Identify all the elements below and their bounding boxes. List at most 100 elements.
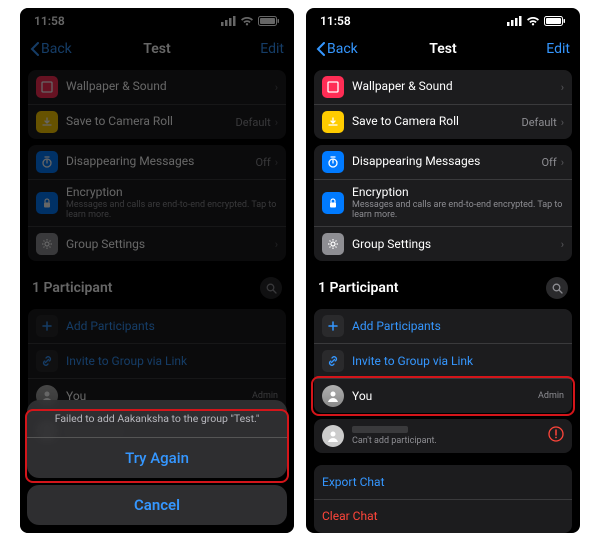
timer-icon xyxy=(322,151,344,173)
row-invite-link[interactable]: Invite to Group via Link xyxy=(314,343,572,378)
row-label: Group Settings xyxy=(352,238,553,251)
avatar xyxy=(322,385,344,407)
settings-group-2: Disappearing Messages Off › Encryption Me… xyxy=(28,145,286,261)
link-icon xyxy=(36,350,58,372)
row-group-settings[interactable]: Group Settings › xyxy=(314,226,572,261)
row-add-participants[interactable]: Add Participants xyxy=(314,309,572,343)
row-label: Add Participants xyxy=(352,320,564,333)
settings-group-2: Disappearing Messages Off › Encryption Me… xyxy=(314,145,572,261)
participants-header: 1 Participant xyxy=(306,267,580,303)
chevron-right-icon: › xyxy=(561,238,564,251)
row-encryption[interactable]: Encryption Messages and calls are end-to… xyxy=(314,179,572,226)
status-time: 11:58 xyxy=(320,14,351,28)
chevron-right-icon: › xyxy=(275,116,278,129)
row-value: Default xyxy=(235,116,270,129)
status-time: 11:58 xyxy=(34,14,65,28)
row-add-participants[interactable]: Add Participants xyxy=(28,309,286,343)
row-label: Group Settings xyxy=(66,238,267,251)
row-wallpaper[interactable]: Wallpaper & Sound › xyxy=(314,70,572,104)
wallpaper-icon xyxy=(36,76,58,98)
row-encryption[interactable]: Encryption Messages and calls are end-to… xyxy=(28,179,286,226)
row-label: Invite to Group via Link xyxy=(352,355,564,368)
try-again-button[interactable]: Try Again xyxy=(27,438,287,478)
wifi-icon xyxy=(526,16,540,26)
row-sub: Messages and calls are end-to-end encryp… xyxy=(352,200,564,220)
chevron-right-icon: › xyxy=(275,81,278,94)
nav-edit[interactable]: Edit xyxy=(260,41,284,57)
statusbar: 11:58 xyxy=(306,8,580,34)
lock-icon xyxy=(322,192,344,214)
phone-right: 11:58 Back Test Edit Wallpaper & Sound › xyxy=(306,8,580,533)
settings-group-1: Wallpaper & Sound › Save to Camera Roll … xyxy=(28,70,286,139)
camera-roll-icon xyxy=(322,111,344,133)
search-icon xyxy=(266,283,277,294)
row-label: You xyxy=(352,390,530,403)
search-icon xyxy=(552,283,563,294)
row-label: Encryption xyxy=(352,186,564,199)
chevron-right-icon: › xyxy=(275,238,278,251)
signal-icon xyxy=(507,16,522,26)
chevron-left-icon xyxy=(316,42,325,56)
settings-group-1: Wallpaper & Sound › Save to Camera Roll … xyxy=(314,70,572,139)
row-label: Add Participants xyxy=(66,320,278,333)
search-button[interactable] xyxy=(260,277,282,299)
participants-header: 1 Participant xyxy=(20,267,294,303)
row-label: Invite to Group via Link xyxy=(66,355,278,368)
timer-icon xyxy=(36,151,58,173)
row-you[interactable]: You Admin xyxy=(314,378,572,413)
nav-back[interactable]: Back xyxy=(316,41,358,57)
row-cant-add[interactable]: Can't add participant. xyxy=(314,419,572,453)
chevron-left-icon xyxy=(30,42,39,56)
row-invite-link[interactable]: Invite to Group via Link xyxy=(28,343,286,378)
statusbar: 11:58 xyxy=(20,8,294,34)
row-label: Wallpaper & Sound xyxy=(66,80,267,93)
error-icon xyxy=(548,426,564,446)
sheet-message: Failed to add Aakanksha to the group "Te… xyxy=(27,400,287,438)
row-label: Save to Camera Roll xyxy=(352,115,513,128)
plus-circle-icon xyxy=(36,315,58,337)
row-label: Clear Chat xyxy=(322,510,564,523)
actions-group-1: Export Chat Clear Chat xyxy=(314,465,572,533)
row-clear-chat[interactable]: Clear Chat xyxy=(314,499,572,533)
row-group-settings[interactable]: Group Settings › xyxy=(28,226,286,261)
row-label: Disappearing Messages xyxy=(66,155,247,168)
redacted-name xyxy=(352,426,408,433)
camera-roll-icon xyxy=(36,111,58,133)
row-value: Default xyxy=(521,116,556,129)
navbar: Back Test Edit xyxy=(20,34,294,64)
chevron-right-icon: › xyxy=(275,156,278,169)
battery-icon xyxy=(258,16,280,26)
nav-edit[interactable]: Edit xyxy=(546,41,570,57)
status-icons xyxy=(507,16,566,26)
chevron-right-icon: › xyxy=(561,156,564,169)
row-export-chat[interactable]: Export Chat xyxy=(314,465,572,499)
row-wallpaper[interactable]: Wallpaper & Sound › xyxy=(28,70,286,104)
phone-left: 11:58 Back Test Edit Wallpaper & Sound xyxy=(20,8,294,533)
row-value: Off xyxy=(255,156,270,169)
row-value: Off xyxy=(541,156,556,169)
wallpaper-icon xyxy=(322,76,344,98)
row-save-camera-roll[interactable]: Save to Camera Roll Default › xyxy=(314,104,572,139)
cancel-button[interactable]: Cancel xyxy=(27,485,287,525)
row-save-camera-roll[interactable]: Save to Camera Roll Default› xyxy=(28,104,286,139)
gear-icon xyxy=(36,233,58,255)
status-icons xyxy=(221,16,280,26)
nav-back[interactable]: Back xyxy=(30,41,72,57)
gear-icon xyxy=(322,233,344,255)
navbar: Back Test Edit xyxy=(306,34,580,64)
row-label: Disappearing Messages xyxy=(352,155,533,168)
row-disappearing[interactable]: Disappearing Messages Off › xyxy=(28,145,286,179)
row-label: Export Chat xyxy=(322,476,564,489)
signal-icon xyxy=(221,16,236,26)
chevron-right-icon: › xyxy=(561,116,564,129)
lock-icon xyxy=(36,192,58,214)
plus-circle-icon xyxy=(322,315,344,337)
cant-add-message: Can't add participant. xyxy=(352,436,540,446)
search-button[interactable] xyxy=(546,277,568,299)
row-label: Encryption xyxy=(66,186,278,199)
chevron-right-icon: › xyxy=(561,81,564,94)
admin-tag: Admin xyxy=(538,391,564,401)
row-disappearing[interactable]: Disappearing Messages Off › xyxy=(314,145,572,179)
wifi-icon xyxy=(240,16,254,26)
link-icon xyxy=(322,350,344,372)
